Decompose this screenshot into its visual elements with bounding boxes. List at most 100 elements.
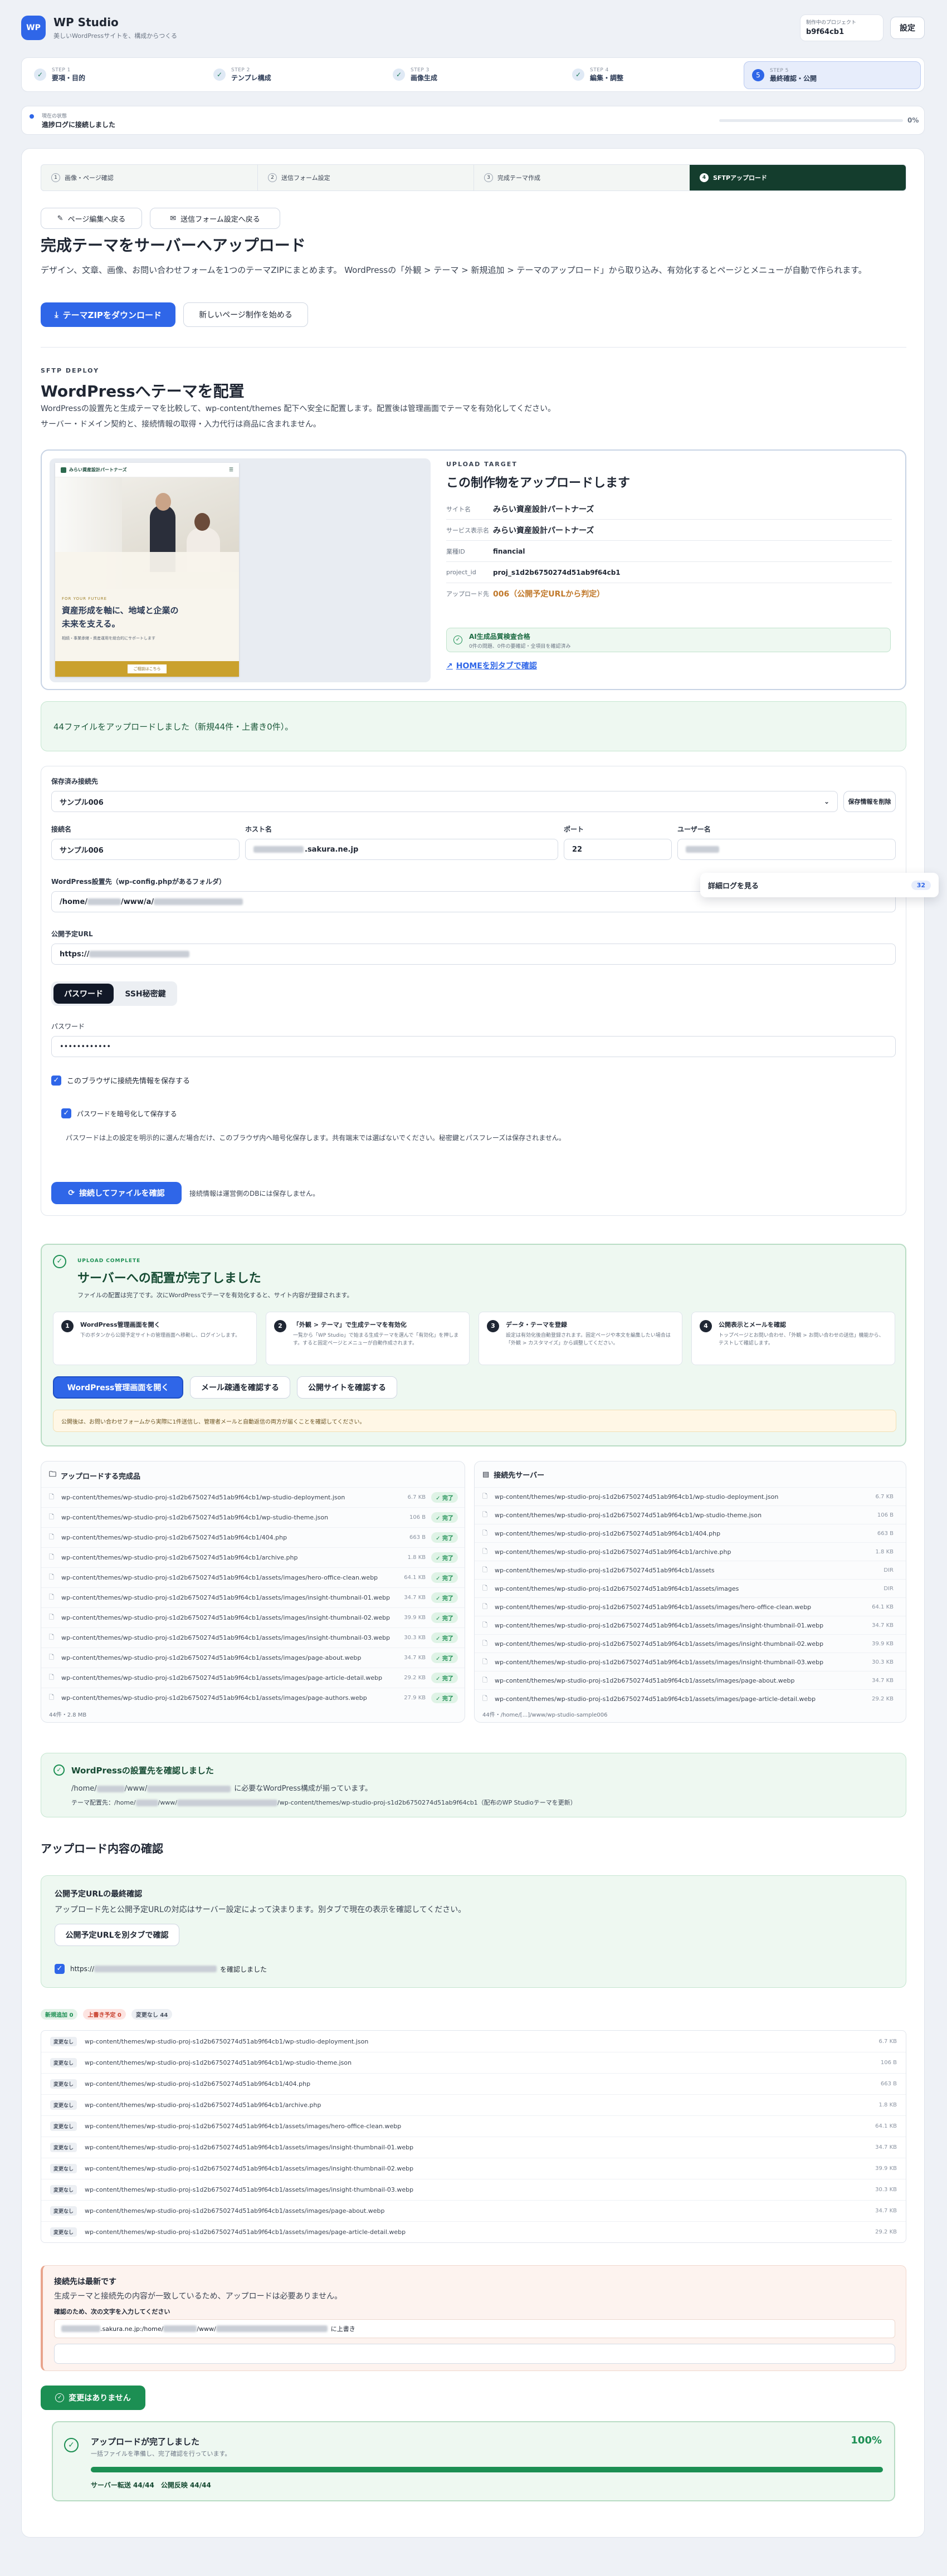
unchanged-tag: 変更なし <box>50 2122 77 2131</box>
latest-desc: 生成テーマと接続先の内容が一致しているため、アップロードは必要ありません。 <box>54 2292 343 2301</box>
back-edit-button[interactable]: ✎ ページ編集へ戻る <box>41 208 142 229</box>
auth-ssh-tab[interactable]: SSH秘密鍵 <box>116 984 175 1004</box>
guide-desc: 下のボタンから公開予定サイトの管理画面へ移動し、ログインします。 <box>80 1333 241 1338</box>
redacted-text <box>135 1800 158 1806</box>
compare-row: 変更なし wp-content/themes/wp-studio-proj-s1d… <box>41 2052 906 2073</box>
back-form-button[interactable]: ✉ 送信フォーム設定へ戻る <box>150 208 280 229</box>
uploaded-file-row: 🗋 wp-content/themes/wp-studio-proj-s1d2b6… <box>41 1648 465 1668</box>
saved-label: 保存済み接続先 <box>51 778 99 785</box>
done-badge: ✓ 完了 <box>431 1572 458 1583</box>
done-badge: ✓ 完了 <box>431 1673 458 1683</box>
new-page-button[interactable]: 新しいページ制作を始める <box>183 302 308 327</box>
status-dot <box>30 114 34 119</box>
detail-log-button[interactable]: 詳細ログを見る 32 <box>700 873 939 897</box>
step-2[interactable]: ✓ STEP 2 テンプレ構成 <box>206 58 373 91</box>
save-browser-checkbox[interactable]: ✓ このブラウザに接続先情報を保存する <box>51 1075 190 1086</box>
check-icon: ✓ <box>572 69 584 81</box>
project-box[interactable]: 制作中のプロジェクト b9f64cb1 <box>800 14 883 41</box>
main-card: 1 画像・ページ確認 2 送信フォーム設定 3 完成テーマ作成 4 SFTPアップロード… <box>21 148 939 2538</box>
url-input[interactable]: https:// <box>51 944 896 965</box>
host-input[interactable]: .sakura.ne.jp <box>245 839 558 860</box>
open-admin-button[interactable]: WordPress管理画面を開く <box>53 1376 183 1399</box>
url-check-a: https:// <box>70 1965 95 1973</box>
done-label: 完了 <box>442 1676 453 1682</box>
step-4[interactable]: ✓ STEP 4 編集・調整 <box>564 58 731 91</box>
no-changes-button[interactable]: ✓ 変更はありません <box>41 2386 145 2410</box>
port-label: ポート <box>564 825 584 833</box>
guide-desc: 設定は有効化後自動登録されます。固定ページや本文を編集したい場合は「外観 > カ… <box>506 1333 671 1346</box>
info-row-project: project_id proj_s1d2b6750274d51ab9f64cb1 <box>446 562 892 583</box>
port-input[interactable]: 22 <box>564 839 672 860</box>
latest-confirm-input[interactable] <box>54 2344 895 2364</box>
complete-section: ✓ UPLOAD COMPLETE サーバーへの配置が完了しました ファイルの配… <box>41 1244 906 1446</box>
preview-brand: みらい資産設計パートナーズ <box>69 467 127 472</box>
tab-form-settings[interactable]: 2 送信フォーム設定 <box>257 165 473 190</box>
server-file-row: 🗋 wp-content/themes/wp-studio-proj-s1d2b6… <box>475 1487 906 1505</box>
divider <box>41 347 906 348</box>
file-size: 29.2 KB <box>404 1675 426 1681</box>
verify-line-2: テーマ配置先：/home/ /www/ /wp-content/themes/wp-… <box>71 1798 577 1807</box>
encrypted-box: ✓ パスワードを暗号化して保存する パスワードは上の設定を明示的に選んだ場合だけ、… <box>51 1094 896 1172</box>
upload-notice: 44ファイルをアップロードしました（新規44件・上書き0件）。 <box>41 701 906 751</box>
tab-theme-build[interactable]: 3 完成テーマ作成 <box>473 165 690 190</box>
step-1[interactable]: ✓ STEP 1 要項・目的 <box>26 58 193 91</box>
auth-password-tab[interactable]: パスワード <box>53 984 114 1004</box>
file-path: wp-content/themes/wp-studio-proj-s1d2b67… <box>85 2144 414 2151</box>
saved-select[interactable]: サンプル006 ⌄ <box>51 791 838 812</box>
done-badge: ✓ 完了 <box>431 1592 458 1603</box>
done-label: 完了 <box>442 1516 453 1522</box>
uploaded-file-row: 🗋 wp-content/themes/wp-studio-proj-s1d2b6… <box>41 1688 465 1708</box>
save-encrypted-checkbox[interactable]: ✓ パスワードを暗号化して保存する <box>61 1108 177 1118</box>
file-path: wp-content/themes/wp-studio-proj-s1d2b67… <box>495 1511 762 1519</box>
final-progress-fill <box>91 2467 883 2472</box>
verify-box: ✓ WordPressの設置先を確認しました /home/ /www/に必要なWo… <box>41 1753 906 1817</box>
external-link-icon: ↗ <box>446 662 453 671</box>
compare-row: 変更なし wp-content/themes/wp-studio-proj-s1d… <box>41 2073 906 2094</box>
preview-person-1-head <box>155 493 171 511</box>
site-check-button[interactable]: 公開サイトを確認する <box>297 1376 397 1399</box>
final-progress-track <box>91 2467 883 2472</box>
url-confirm-desc: アップロード先と公開予定URLの対応はサーバー設定によって決まります。別タブで現… <box>55 1905 466 1914</box>
connect-button[interactable]: ⟳ 接続してファイルを確認 <box>51 1182 182 1204</box>
unchanged-tag: 変更なし <box>50 2206 77 2216</box>
step-sub: STEP 3 <box>411 67 429 73</box>
final-box: ✓ アップロードが完了しました 一括ファイルを準備し、完了確認を行っています。 … <box>52 2421 895 2501</box>
user-input[interactable] <box>677 839 896 860</box>
step-3[interactable]: ✓ STEP 3 画像生成 <box>385 58 552 91</box>
name-input[interactable]: サンプル006 <box>51 839 240 860</box>
settings-button[interactable]: 設定 <box>890 17 925 39</box>
check-icon: ✓ <box>213 69 226 81</box>
step-5[interactable]: 5 STEP 5 最終確認・公開 <box>744 61 921 89</box>
preview-eyebrow: FOR YOUR FUTURE <box>62 597 108 601</box>
done-label: 完了 <box>442 1556 453 1562</box>
file-path: wp-content/themes/wp-studio-proj-s1d2b67… <box>61 1494 345 1501</box>
server-file-row: 🗋 wp-content/themes/wp-studio-proj-s1d2b6… <box>475 1689 906 1708</box>
guide-step-3: 3 データ・テーマを登録 設定は有効化後自動登録されます。固定ページや本文を編集した… <box>479 1312 682 1365</box>
info-key: サービス表示名 <box>446 526 489 534</box>
preview-headline-2: 未来を支える。 <box>62 619 120 629</box>
verify-line-1b: /www/ <box>124 1785 148 1793</box>
home-link[interactable]: ↗ HOMEを別タブで確認 <box>446 660 537 671</box>
guide-title: 「外観 > テーマ」で生成テーマを有効化 <box>293 1321 407 1328</box>
url-confirm-checkbox[interactable]: ✓ https:// を確認しました <box>55 1964 267 1974</box>
name-label: 接続名 <box>51 825 72 833</box>
download-zip-button[interactable]: ⤓ テーマZIPをダウンロード <box>41 302 175 327</box>
uploaded-file-row: 🗋 wp-content/themes/wp-studio-proj-s1d2b6… <box>41 1507 465 1527</box>
delete-saved-button[interactable]: 保存情報を削除 <box>843 791 896 812</box>
uploaded-file-row: 🗋 wp-content/themes/wp-studio-proj-s1d2b6… <box>41 1527 465 1547</box>
server-file-row: 🗋 wp-content/themes/wp-studio-proj-s1d2b6… <box>475 1561 906 1579</box>
deploy-title: WordPressへテーマを配置 <box>41 382 245 400</box>
complete-note: 公開後は、お問い合わせフォームから実際に1件送信し、管理者メールと自動返信の両方… <box>53 1410 896 1432</box>
quality-check-box: ✓ AI生成品質検査合格 0件の問題、0件の要確認・全項目を確認済み <box>446 628 891 652</box>
server-file-row: 🗋 wp-content/themes/wp-studio-proj-s1d2b6… <box>475 1653 906 1671</box>
tab-sftp-upload[interactable]: 4 SFTPアップロード <box>690 165 906 190</box>
verify-line-1c: に必要なWordPress構成が揃っています。 <box>234 1785 372 1793</box>
file-path: wp-content/themes/wp-studio-proj-s1d2b67… <box>495 1529 721 1537</box>
file-path: wp-content/themes/wp-studio-proj-s1d2b67… <box>61 1634 390 1641</box>
tab-image-check[interactable]: 1 画像・ページ確認 <box>41 165 257 190</box>
mail-check-button[interactable]: メール疎通を確認する <box>190 1376 290 1399</box>
file-path: wp-content/themes/wp-studio-proj-s1d2b67… <box>61 1534 287 1541</box>
password-input[interactable]: •••••••••••• <box>51 1036 896 1057</box>
url-open-button[interactable]: 公開予定URLを別タブで確認 <box>55 1924 179 1946</box>
url-confirm-box: 公開予定URLの最終確認 アップロード先と公開予定URLの対応はサーバー設定によ… <box>41 1875 906 1988</box>
